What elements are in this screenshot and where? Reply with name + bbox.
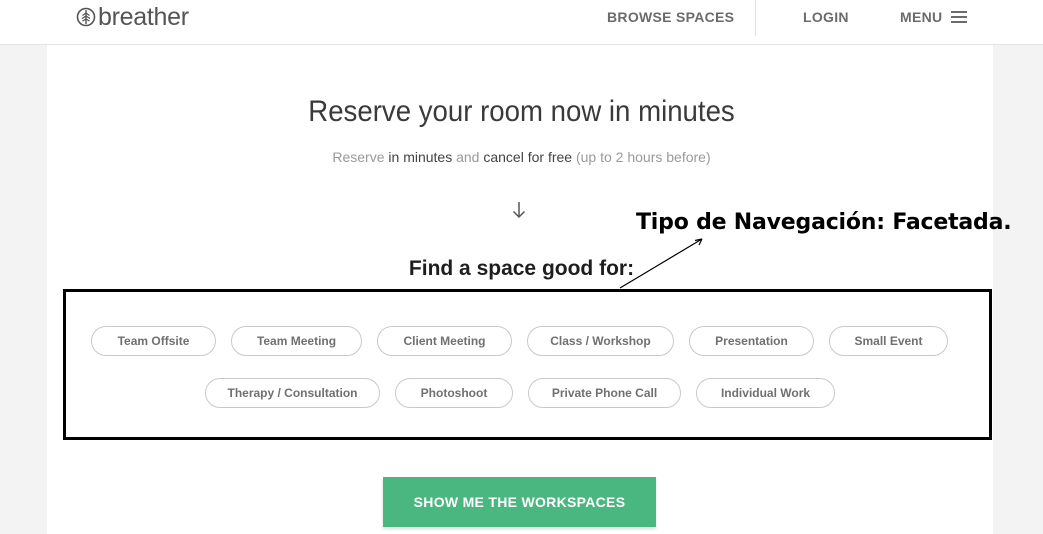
leaf-logo-icon [76,7,96,27]
top-navigation-bar: breather BROWSE SPACES LOGIN MENU [0,0,1043,45]
page-title: Reserve your room now in minutes [308,95,735,128]
facet-chip-therapy-consultation[interactable]: Therapy / Consultation [205,378,380,408]
annotation-label: Tipo de Navegación: Facetada. [636,210,1012,235]
hamburger-icon [951,11,968,23]
subtitle-emphasis: in minutes [388,149,453,165]
logo-text: breather [98,2,189,31]
nav-menu-label: MENU [900,9,943,25]
facet-chip-team-offsite[interactable]: Team Offsite [91,326,216,356]
arrow-down-icon [512,202,526,219]
subtitle-emphasis: cancel for free [483,149,573,165]
facet-chip-small-event[interactable]: Small Event [829,326,948,356]
facet-chip-private-phone-call[interactable]: Private Phone Call [528,378,681,408]
facet-box-highlight [63,289,992,440]
facets-title: Find a space good for: [408,257,635,280]
nav-divider [755,0,756,36]
facet-chip-individual-work[interactable]: Individual Work [696,378,835,408]
facet-chip-class-workshop[interactable]: Class / Workshop [527,326,674,356]
subtitle-part: and [452,149,484,165]
facet-chip-photoshoot[interactable]: Photoshoot [395,378,513,408]
facet-chip-client-meeting[interactable]: Client Meeting [377,326,512,356]
subtitle-part: (up to 2 hours before) [572,149,711,165]
nav-login[interactable]: LOGIN [803,9,849,25]
brand-logo[interactable]: breather [76,3,189,31]
subtitle-part: Reserve [332,149,389,165]
nav-browse-spaces[interactable]: BROWSE SPACES [607,9,734,25]
facet-chip-team-meeting[interactable]: Team Meeting [231,326,362,356]
page-subtitle: Reserve in minutes and cancel for free (… [0,149,1043,165]
nav-menu[interactable]: MENU [900,9,968,25]
facet-chip-presentation[interactable]: Presentation [689,326,814,356]
show-workspaces-button[interactable]: SHOW ME THE WORKSPACES [383,477,656,527]
